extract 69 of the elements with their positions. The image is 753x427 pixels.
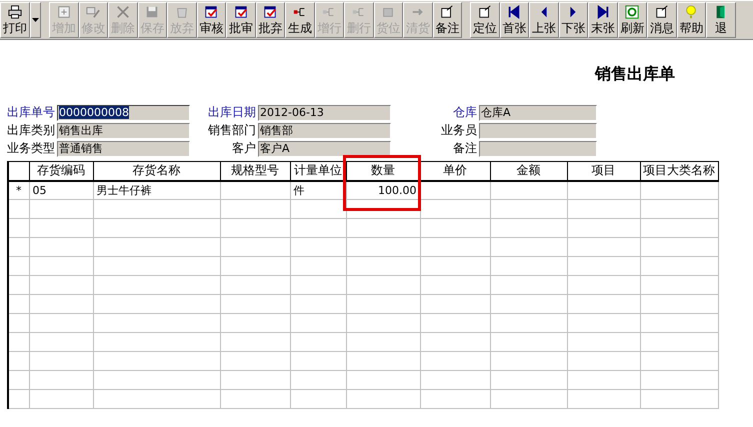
toolbar-button[interactable]: 批弃: [256, 2, 285, 38]
check-icon: [234, 5, 248, 19]
note-icon: [440, 5, 454, 19]
question-icon: [684, 5, 698, 19]
last-icon: [596, 5, 610, 19]
input-field[interactable]: 2012-06-13: [258, 104, 391, 120]
toolbar-button[interactable]: 退: [706, 2, 736, 38]
form-title: 销售出库单: [594, 64, 676, 85]
check-icon: [263, 5, 278, 19]
column-header[interactable]: 项目: [567, 162, 640, 180]
field-label: 仓库: [452, 104, 477, 121]
box-icon: [381, 5, 396, 19]
table-cell: 男士牛仔裤: [96, 184, 152, 197]
note-icon: [478, 5, 492, 19]
tree-icon: [352, 5, 366, 19]
row-marker: *: [8, 180, 29, 200]
input-field[interactable]: 客户A: [258, 140, 391, 156]
tree-icon: [292, 5, 307, 19]
input-field[interactable]: [479, 122, 597, 138]
input-field[interactable]: [479, 140, 597, 156]
input-field[interactable]: 0000000008: [57, 104, 190, 120]
field-label: 出库类别: [6, 122, 55, 139]
column-header[interactable]: 存货编码: [29, 162, 93, 180]
refresh-icon: [625, 5, 640, 19]
toolbar-button[interactable]: 审核: [196, 2, 226, 38]
toolbar-button[interactable]: 末张: [588, 2, 618, 38]
field-label: 出库日期: [207, 104, 256, 121]
table-cell: 100.00: [378, 184, 416, 197]
input-field[interactable]: 普通销售: [57, 140, 190, 156]
column-header[interactable]: 金额: [490, 162, 567, 180]
plus-icon: [56, 5, 71, 19]
tree-icon: [322, 5, 336, 19]
toolbar-button[interactable]: 下张: [558, 2, 588, 38]
field-label: 客户: [231, 140, 256, 157]
toolbar-button[interactable]: 打印: [0, 2, 30, 38]
printer-icon: [8, 5, 22, 19]
column-header[interactable]: 规格型号: [220, 162, 290, 180]
note-icon: [654, 5, 669, 19]
column-header[interactable]: 存货名称: [93, 162, 220, 180]
input-field[interactable]: 销售出库: [57, 122, 190, 138]
input-field[interactable]: 销售部: [258, 122, 391, 138]
field-label: 销售部门: [207, 122, 256, 139]
pencil-icon: [86, 5, 100, 19]
toolbar-button[interactable]: 备注: [432, 2, 462, 38]
toolbar-button[interactable]: 批审: [226, 2, 256, 38]
column-header[interactable]: 计量单位: [290, 162, 346, 180]
first-icon: [507, 5, 522, 19]
column-header[interactable]: 单价: [420, 162, 490, 180]
check-icon: [204, 5, 218, 19]
toolbar-button[interactable]: 生成: [285, 2, 314, 38]
toolbar-button[interactable]: 首张: [500, 2, 529, 38]
toolbar-button[interactable]: 刷新: [618, 2, 647, 38]
field-label: 业务类型: [6, 140, 55, 157]
table-cell: 件: [294, 184, 304, 197]
field-label: 备注: [452, 140, 477, 157]
bin-icon: [174, 5, 189, 19]
column-header[interactable]: 项目大类名称: [640, 162, 718, 180]
toolbar-button[interactable]: 定位: [470, 2, 500, 38]
field-label: 业务员: [440, 122, 477, 139]
toolbar-button[interactable]: 消息: [647, 2, 676, 38]
field-label: 出库单号: [6, 104, 55, 121]
caret-icon: [32, 18, 39, 22]
table-cell: 05: [32, 184, 46, 197]
input-field[interactable]: 仓库A: [479, 104, 597, 120]
column-header[interactable]: 数量: [346, 162, 420, 180]
toolbar-button[interactable]: 帮助: [676, 2, 706, 38]
toolbar-button[interactable]: 上张: [529, 2, 558, 38]
cross-icon: [116, 5, 130, 19]
dropdown-button[interactable]: [30, 2, 41, 38]
